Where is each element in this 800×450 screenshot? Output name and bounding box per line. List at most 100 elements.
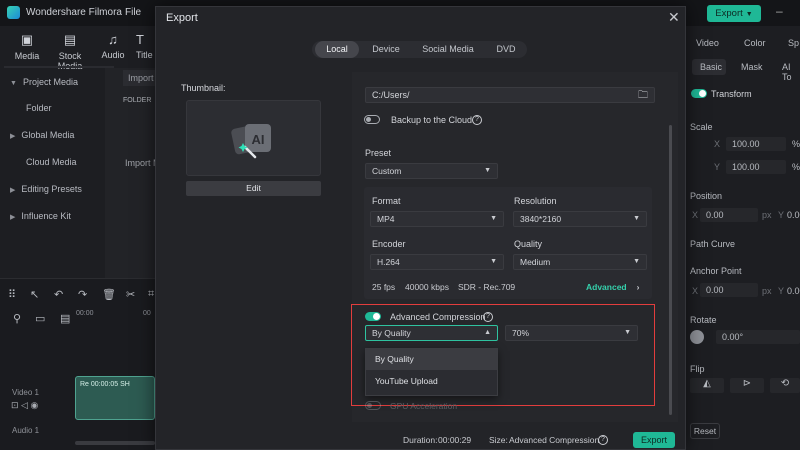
- rotate-input[interactable]: 0.00°: [716, 330, 800, 344]
- crop-icon[interactable]: ⌗: [148, 288, 154, 301]
- left-item-project-media[interactable]: ▼ Project Media: [10, 77, 78, 87]
- track-add-icon[interactable]: ▤: [60, 312, 70, 325]
- flip-horizontal-button[interactable]: ⊳: [730, 378, 764, 393]
- scale-x-input[interactable]: 100.00: [726, 137, 786, 151]
- encoder-select[interactable]: H.264 ▼: [370, 254, 504, 270]
- flip-horizontal-icon: ⊳: [742, 378, 752, 389]
- cut-icon[interactable]: ✂: [126, 288, 135, 301]
- left-item-influence-kit[interactable]: ▶ Influence Kit: [10, 211, 71, 221]
- track-lock-icon[interactable]: ⊡ ◁ ◉: [11, 400, 38, 411]
- gpu-acceleration-toggle[interactable]: [365, 401, 381, 410]
- folder-icon[interactable]: 🗀: [638, 88, 648, 105]
- tab-video[interactable]: Video: [696, 38, 719, 48]
- dropdown-option-youtube-upload[interactable]: YouTube Upload: [366, 371, 497, 392]
- compression-mode-select[interactable]: By Quality ▲: [365, 325, 498, 341]
- folder-column-header: FOLDER: [123, 97, 152, 104]
- chevron-down-icon: ▼: [624, 329, 631, 336]
- subtab-basic[interactable]: Basic: [700, 62, 722, 72]
- rotate-ccw-button[interactable]: ⟲: [770, 378, 800, 393]
- size-label: Size:: [489, 435, 508, 445]
- position-y-label: Y: [778, 210, 785, 220]
- close-icon[interactable]: ✕: [668, 9, 680, 26]
- svg-text:AI: AI: [252, 132, 265, 147]
- scale-label: Scale: [690, 122, 713, 132]
- grid-icon[interactable]: ⠿: [8, 288, 16, 301]
- left-item-label: Influence Kit: [21, 211, 71, 221]
- anchor-y-label: Y: [778, 286, 785, 296]
- save-path-input[interactable]: C:/Users/: [365, 87, 655, 103]
- tab-social-media[interactable]: Social Media: [415, 41, 481, 58]
- stock-media-icon: ▤: [63, 32, 77, 47]
- redo-icon[interactable]: ↷: [78, 288, 87, 301]
- left-item-folder[interactable]: Folder: [26, 103, 52, 113]
- anchor-x-input[interactable]: 0.00: [700, 283, 758, 297]
- scale-y-label: Y: [714, 162, 721, 172]
- preset-select[interactable]: Custom ▼: [365, 163, 498, 179]
- quality-value: Medium: [520, 257, 551, 267]
- thumbnail-edit-button[interactable]: Edit: [186, 181, 321, 196]
- tool-media[interactable]: ▣ Media: [8, 32, 46, 61]
- subtab-ai-tools[interactable]: AI To: [782, 62, 800, 82]
- track-icon[interactable]: ▭: [35, 312, 45, 325]
- audio-icon: ♫: [108, 32, 118, 47]
- tab-local[interactable]: Local: [315, 41, 359, 58]
- duration-value: 00:00:29: [438, 435, 472, 445]
- advanced-compression-label: Advanced Compression: [390, 312, 486, 322]
- scale-y-value: 100.00: [732, 162, 760, 172]
- advanced-compression-toggle[interactable]: [365, 312, 381, 321]
- format-label: Format: [372, 196, 401, 206]
- top-export-button[interactable]: Export ▼: [707, 5, 761, 22]
- rotate-dial[interactable]: [690, 330, 704, 344]
- resolution-value: 3840*2160: [520, 214, 562, 224]
- settings-scrollbar[interactable]: [669, 125, 672, 415]
- anchor-x-label: X: [692, 286, 699, 296]
- quality-select[interactable]: Medium ▼: [513, 254, 647, 270]
- help-icon[interactable]: ?: [598, 435, 608, 445]
- position-x-input[interactable]: 0.00: [700, 208, 758, 222]
- tab-device[interactable]: Device: [365, 41, 407, 58]
- rotate-value: 0.00°: [722, 332, 744, 342]
- position-y-value: 0.00: [787, 210, 800, 220]
- delete-icon[interactable]: 🗑: [102, 288, 116, 301]
- timeline-scrollbar[interactable]: [75, 441, 155, 445]
- left-item-editing-presets[interactable]: ▶ Editing Presets: [10, 184, 82, 194]
- resolution-select[interactable]: 3840*2160 ▼: [513, 211, 647, 227]
- format-value: MP4: [377, 214, 395, 224]
- format-select[interactable]: MP4 ▼: [370, 211, 504, 227]
- scale-y-input[interactable]: 100.00: [726, 160, 786, 174]
- video-clip[interactable]: Re 00:00:05 SH: [75, 376, 155, 420]
- link-icon[interactable]: ⚲: [13, 312, 21, 325]
- flip-vertical-button[interactable]: ◭: [690, 378, 724, 393]
- advanced-settings-link[interactable]: Advanced ›: [586, 282, 639, 292]
- ai-image-icon: AI: [231, 124, 271, 159]
- help-icon[interactable]: ?: [472, 115, 482, 125]
- subtab-mask[interactable]: Mask: [741, 62, 763, 72]
- backup-cloud-toggle[interactable]: [364, 115, 380, 124]
- position-x-unit: px: [762, 210, 772, 220]
- thumbnail-preview: AI: [186, 100, 321, 176]
- dropdown-option-by-quality[interactable]: By Quality: [366, 349, 497, 370]
- tool-stock-media-label: Stock Media: [58, 51, 83, 71]
- compression-percent-select[interactable]: 70% ▼: [505, 325, 638, 341]
- reset-button[interactable]: Reset: [690, 423, 720, 439]
- menu-file[interactable]: File: [125, 7, 141, 18]
- help-icon[interactable]: ?: [483, 312, 493, 322]
- preset-label: Preset: [365, 148, 392, 158]
- minimize-icon[interactable]: –: [776, 4, 783, 18]
- left-item-cloud-media[interactable]: Cloud Media: [26, 157, 77, 167]
- select-tool-icon[interactable]: ↖: [30, 288, 39, 301]
- anchor-y-value: 0.00: [787, 286, 800, 296]
- scale-x-label: X: [714, 139, 721, 149]
- chevron-down-icon: ▼: [490, 215, 497, 222]
- tab-color[interactable]: Color: [744, 38, 766, 48]
- tab-dvd[interactable]: DVD: [488, 41, 524, 58]
- tab-speed[interactable]: Sp: [788, 38, 799, 48]
- tool-audio[interactable]: ♫ Audio: [96, 32, 130, 60]
- left-item-global-media[interactable]: ▶ Global Media: [10, 130, 74, 140]
- expand-triangle-icon: ▶: [10, 187, 16, 194]
- transform-toggle[interactable]: [691, 89, 707, 98]
- media-icon: ▣: [20, 32, 34, 47]
- resolution-label: Resolution: [514, 196, 557, 206]
- export-button[interactable]: Export: [633, 432, 675, 448]
- undo-icon[interactable]: ↶: [54, 288, 63, 301]
